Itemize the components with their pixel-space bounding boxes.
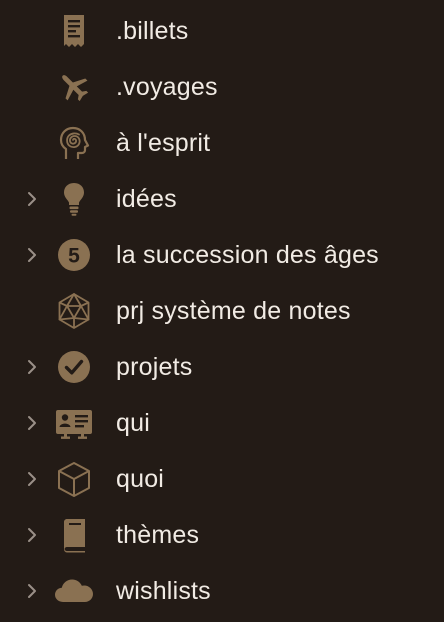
sidebar-item-label: thèmes bbox=[116, 521, 200, 549]
checkmark-circle-icon bbox=[52, 339, 96, 395]
cloud-icon bbox=[52, 563, 96, 619]
sidebar-item-label: qui bbox=[116, 409, 150, 437]
sidebar-item-label: projets bbox=[116, 353, 193, 381]
sidebar-item-la-succession-des-ages[interactable]: 5 la succession des âges bbox=[0, 227, 444, 283]
icosahedron-icon bbox=[52, 283, 96, 339]
sidebar-item-quoi[interactable]: quoi bbox=[0, 451, 444, 507]
sidebar-item-voyages[interactable]: .voyages bbox=[0, 59, 444, 115]
sidebar-item-wishlists[interactable]: wishlists bbox=[0, 563, 444, 619]
sidebar-item-label: wishlists bbox=[116, 577, 211, 605]
sidebar-item-label: quoi bbox=[116, 465, 165, 493]
sidebar-item-projets[interactable]: projets bbox=[0, 339, 444, 395]
sidebar-item-themes[interactable]: thèmes bbox=[0, 507, 444, 563]
sidebar-item-label: à l'esprit bbox=[116, 129, 211, 157]
head-spiral-icon bbox=[52, 115, 96, 171]
sidebar-item-qui[interactable]: qui bbox=[0, 395, 444, 451]
airplane-icon bbox=[52, 59, 96, 115]
sidebar-item-prj-systeme-de-notes[interactable]: prj système de notes bbox=[0, 283, 444, 339]
sidebar-tree: .billets .voyages à l'esprit idées 5 la … bbox=[0, 0, 444, 622]
number-five-icon: 5 bbox=[52, 227, 96, 283]
sidebar-item-label: la succession des âges bbox=[116, 241, 379, 269]
chevron-right-icon[interactable] bbox=[22, 395, 42, 451]
chevron-right-icon[interactable] bbox=[22, 507, 42, 563]
number-five-icon-text: 5 bbox=[68, 245, 80, 268]
cube-icon bbox=[52, 451, 96, 507]
lightbulb-icon bbox=[52, 171, 96, 227]
sidebar-item-label: .voyages bbox=[116, 73, 218, 101]
chevron-right-icon[interactable] bbox=[22, 339, 42, 395]
id-card-icon bbox=[52, 395, 96, 451]
sidebar-item-idees[interactable]: idées bbox=[0, 171, 444, 227]
receipt-icon bbox=[52, 3, 96, 59]
chevron-right-icon[interactable] bbox=[22, 451, 42, 507]
sidebar-item-label: prj système de notes bbox=[116, 297, 351, 325]
sidebar-item-label: .billets bbox=[116, 17, 189, 45]
sidebar-item-billets[interactable]: .billets bbox=[0, 3, 444, 59]
chevron-right-icon[interactable] bbox=[22, 563, 42, 619]
chevron-right-icon[interactable] bbox=[22, 171, 42, 227]
sidebar-item-label: idées bbox=[116, 185, 177, 213]
chevron-right-icon[interactable] bbox=[22, 227, 42, 283]
book-icon bbox=[52, 507, 96, 563]
sidebar-item-a-l-esprit[interactable]: à l'esprit bbox=[0, 115, 444, 171]
